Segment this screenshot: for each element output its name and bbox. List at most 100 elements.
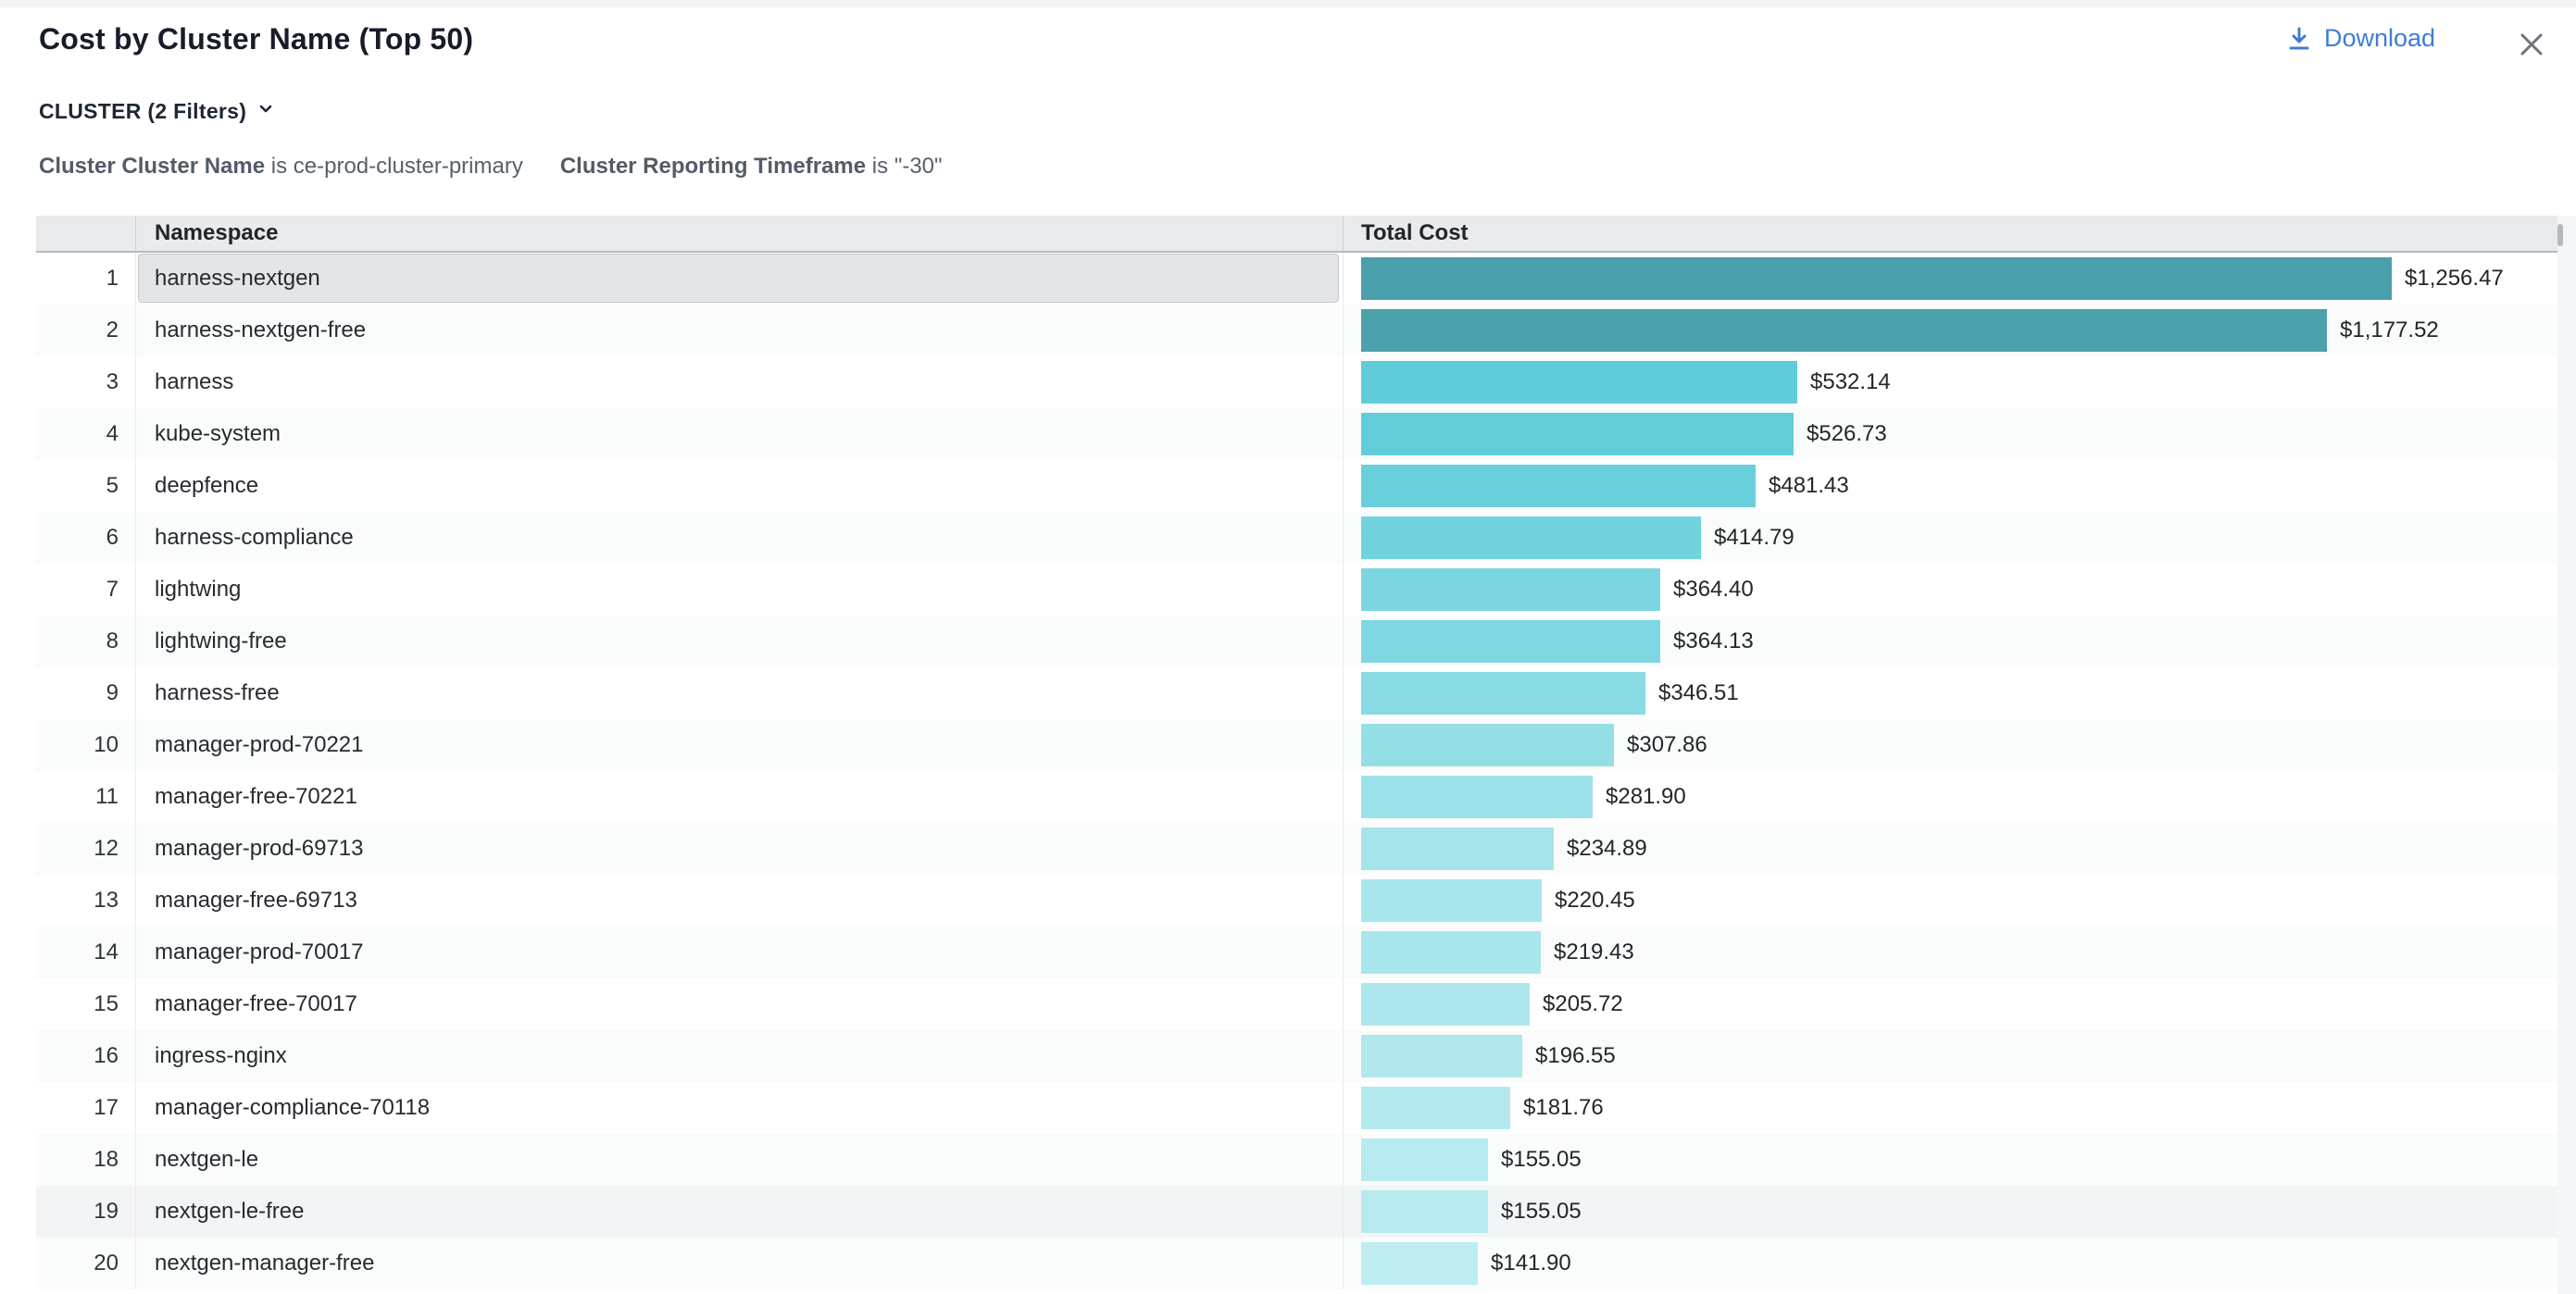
namespace-label: manager-compliance-70118 [155,1095,430,1121]
cost-bar [1361,983,1530,1026]
namespace-label: nextgen-le [155,1147,258,1173]
table-row[interactable]: 20 nextgen-manager-free $141.90 [36,1238,2557,1289]
scrollbar-thumb[interactable] [2557,224,2563,246]
row-rank: 3 [36,356,136,408]
row-namespace-cell[interactable]: manager-free-69713 [136,875,1344,927]
row-cost-cell[interactable]: $414.79 [1344,512,2557,564]
cost-value: $364.13 [1673,628,1754,654]
namespace-label: harness-nextgen [155,266,320,292]
row-cost-cell[interactable]: $155.05 [1344,1134,2557,1186]
row-namespace-cell[interactable]: ingress-nginx [136,1030,1344,1082]
row-rank: 7 [36,564,136,616]
namespace-label: manager-free-69713 [155,888,357,914]
row-cost-cell[interactable]: $141.90 [1344,1238,2557,1289]
table-row[interactable]: 15 manager-free-70017 $205.72 [36,978,2557,1030]
cluster-filters-toggle[interactable]: CLUSTER (2 Filters) [39,98,276,124]
cost-bar [1361,672,1645,715]
table-row[interactable]: 1 harness-nextgen $1,256.47 [36,253,2557,305]
table-row[interactable]: 11 manager-free-70221 $281.90 [36,771,2557,823]
row-namespace-cell[interactable]: manager-compliance-70118 [136,1082,1344,1134]
row-cost-cell[interactable]: $181.76 [1344,1082,2557,1134]
row-rank: 5 [36,460,136,512]
table-row[interactable]: 3 harness $532.14 [36,356,2557,408]
row-rank: 14 [36,927,136,978]
row-cost-cell[interactable]: $364.13 [1344,616,2557,667]
row-cost-cell[interactable]: $307.86 [1344,719,2557,771]
cost-value: $196.55 [1535,1043,1616,1069]
cost-value: $281.90 [1606,784,1686,810]
namespace-label: manager-free-70221 [155,784,357,810]
cost-value: $481.43 [1769,473,1849,499]
table-row[interactable]: 14 manager-prod-70017 $219.43 [36,927,2557,978]
row-namespace-cell[interactable]: harness-compliance [136,512,1344,564]
row-namespace-cell[interactable]: lightwing-free [136,616,1344,667]
row-namespace-cell[interactable]: manager-free-70017 [136,978,1344,1030]
row-rank: 8 [36,616,136,667]
row-namespace-cell[interactable]: harness-nextgen [136,253,1344,305]
modal-top-edge [0,0,2576,7]
row-cost-cell[interactable]: $196.55 [1344,1030,2557,1082]
row-namespace-cell[interactable]: manager-prod-69713 [136,823,1344,875]
row-namespace-cell[interactable]: harness-nextgen-free [136,305,1344,356]
row-rank: 15 [36,978,136,1030]
row-cost-cell[interactable]: $364.40 [1344,564,2557,616]
table-row[interactable]: 12 manager-prod-69713 $234.89 [36,823,2557,875]
close-icon[interactable] [2515,28,2548,61]
table-row[interactable]: 17 manager-compliance-70118 $181.76 [36,1082,2557,1134]
row-namespace-cell[interactable]: lightwing [136,564,1344,616]
table-row[interactable]: 13 manager-free-69713 $220.45 [36,875,2557,927]
table-row[interactable]: 9 harness-free $346.51 [36,667,2557,719]
row-cost-cell[interactable]: $526.73 [1344,408,2557,460]
row-namespace-cell[interactable]: harness [136,356,1344,408]
total-cost-column-header: Total Cost [1344,216,2557,251]
cost-bar [1361,465,1756,507]
table-row[interactable]: 4 kube-system $526.73 [36,408,2557,460]
cost-value: $1,256.47 [2405,266,2504,292]
row-cost-cell[interactable]: $1,177.52 [1344,305,2557,356]
cost-bar [1361,931,1541,974]
table-row[interactable]: 6 harness-compliance $414.79 [36,512,2557,564]
row-namespace-cell[interactable]: manager-prod-70221 [136,719,1344,771]
vertical-scrollbar[interactable] [2557,216,2576,1294]
row-cost-cell[interactable]: $219.43 [1344,927,2557,978]
namespace-label: harness [155,369,233,395]
table-row[interactable]: 16 ingress-nginx $196.55 [36,1030,2557,1082]
row-namespace-cell[interactable]: kube-system [136,408,1344,460]
row-namespace-cell[interactable]: nextgen-le-free [136,1186,1344,1238]
row-namespace-cell[interactable]: harness-free [136,667,1344,719]
table-row[interactable]: 18 nextgen-le $155.05 [36,1134,2557,1186]
cost-table: Namespace Total Cost 1 harness-nextgen $… [36,216,2557,1289]
table-row[interactable]: 8 lightwing-free $364.13 [36,616,2557,667]
row-cost-cell[interactable]: $346.51 [1344,667,2557,719]
row-cost-cell[interactable]: $234.89 [1344,823,2557,875]
cost-value: $346.51 [1658,680,1739,706]
row-cost-cell[interactable]: $281.90 [1344,771,2557,823]
row-rank: 12 [36,823,136,875]
row-cost-cell[interactable]: $1,256.47 [1344,253,2557,305]
cost-value: $532.14 [1810,369,1891,395]
row-rank: 4 [36,408,136,460]
table-row[interactable]: 7 lightwing $364.40 [36,564,2557,616]
cost-bar [1361,361,1797,404]
namespace-label: manager-prod-70017 [155,939,363,965]
cost-value: $307.86 [1627,732,1707,758]
row-cost-cell[interactable]: $532.14 [1344,356,2557,408]
row-cost-cell[interactable]: $155.05 [1344,1186,2557,1238]
table-row[interactable]: 10 manager-prod-70221 $307.86 [36,719,2557,771]
table-row[interactable]: 2 harness-nextgen-free $1,177.52 [36,305,2557,356]
table-row[interactable]: 19 nextgen-le-free $155.05 [36,1186,2557,1238]
cost-bar [1361,309,2327,352]
namespace-label: harness-free [155,680,280,706]
row-namespace-cell[interactable]: manager-prod-70017 [136,927,1344,978]
row-namespace-cell[interactable]: nextgen-manager-free [136,1238,1344,1289]
row-cost-cell[interactable]: $220.45 [1344,875,2557,927]
row-cost-cell[interactable]: $205.72 [1344,978,2557,1030]
row-cost-cell[interactable]: $481.43 [1344,460,2557,512]
namespace-label: deepfence [155,473,258,499]
namespace-label: nextgen-le-free [155,1199,304,1225]
row-namespace-cell[interactable]: nextgen-le [136,1134,1344,1186]
table-row[interactable]: 5 deepfence $481.43 [36,460,2557,512]
download-button[interactable]: Download [2285,24,2435,53]
row-namespace-cell[interactable]: manager-free-70221 [136,771,1344,823]
row-namespace-cell[interactable]: deepfence [136,460,1344,512]
